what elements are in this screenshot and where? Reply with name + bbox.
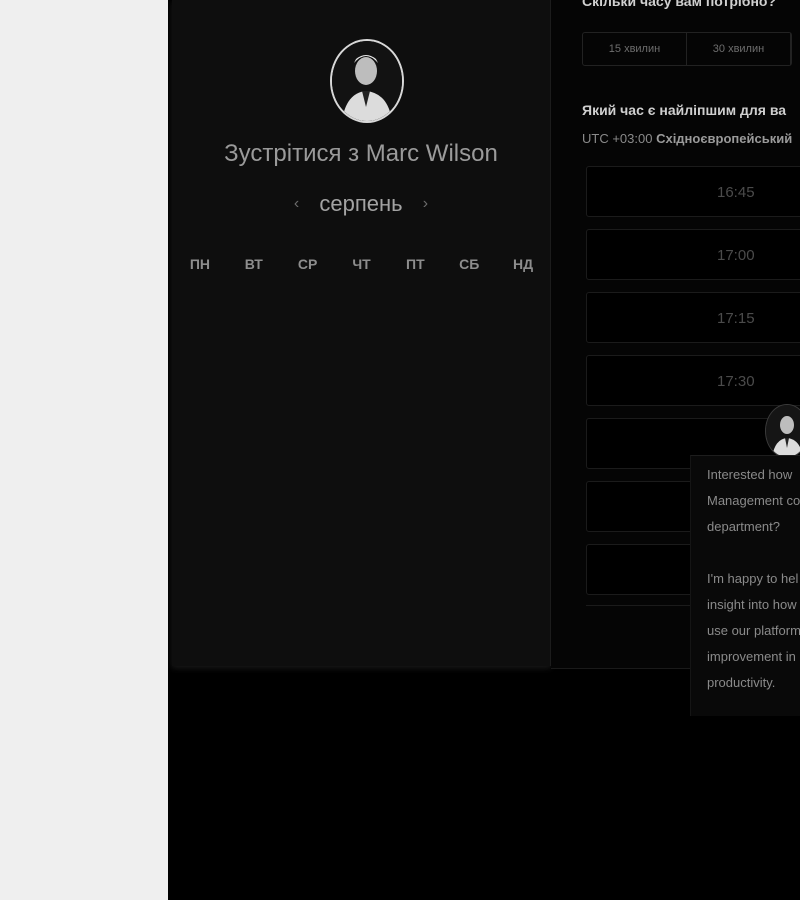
time-slot[interactable]: 17:00 (586, 229, 800, 280)
time-slot-label: 16:45 (717, 184, 755, 201)
weekday-label: ПТ (406, 256, 425, 272)
time-question: Який час є найліпшим для ва (582, 102, 787, 118)
time-slot-label: 17:30 (717, 373, 755, 390)
duration-option[interactable]: 15 хвилин (583, 33, 687, 65)
chevron-right-icon[interactable]: › (409, 195, 442, 212)
timezone-offset: UTC +03:00 (582, 131, 653, 146)
month-navigator: ‹ серпень › (172, 191, 550, 217)
scheduler-app: Зустрітися з Marc Wilson ‹ серпень › ПН … (168, 0, 800, 900)
time-slot-label: 17:00 (717, 247, 755, 264)
host-avatar (330, 39, 404, 123)
meeting-title: Зустрітися з Marc Wilson (224, 140, 498, 167)
chat-message-text: I'm happy to hel insight into how use ou… (707, 571, 800, 690)
weekday-label: НД (513, 256, 534, 272)
weekday-header: ПН ВТ СР ЧТ ПТ СБ НД (172, 256, 550, 272)
time-slot[interactable]: 17:30 (586, 355, 800, 406)
duration-option[interactable]: 30 хвилин (687, 33, 791, 65)
duration-selector: 15 хвилин 30 хвилин (582, 32, 792, 66)
timezone-name: Східноєвропейський (656, 131, 793, 146)
weekday-label: ЧТ (352, 256, 371, 272)
chevron-left-icon[interactable]: ‹ (280, 195, 313, 212)
timezone-label[interactable]: UTC +03:00 Східноєвропейський (582, 131, 792, 146)
time-slot[interactable]: 17:15 (586, 292, 800, 343)
weekday-label: СР (297, 256, 318, 272)
weekday-label: СБ (459, 256, 480, 272)
person-portrait-icon (332, 41, 402, 121)
time-slot-label: 17:15 (717, 310, 755, 327)
weekday-label: ПН (189, 256, 211, 272)
host-calendar-panel: Зустрітися з Marc Wilson ‹ серпень › ПН … (172, 0, 551, 666)
weekday-label: ВТ (244, 256, 263, 272)
time-slot[interactable]: 16:45 (586, 166, 800, 217)
chat-message-text: Interested how Management co department? (707, 467, 800, 534)
month-label: серпень (319, 191, 403, 216)
duration-question: Скільки часу вам потрібно? (582, 0, 777, 9)
chat-message-bubble[interactable]: Interested how Management co department?… (690, 455, 800, 716)
person-portrait-icon (766, 405, 800, 457)
